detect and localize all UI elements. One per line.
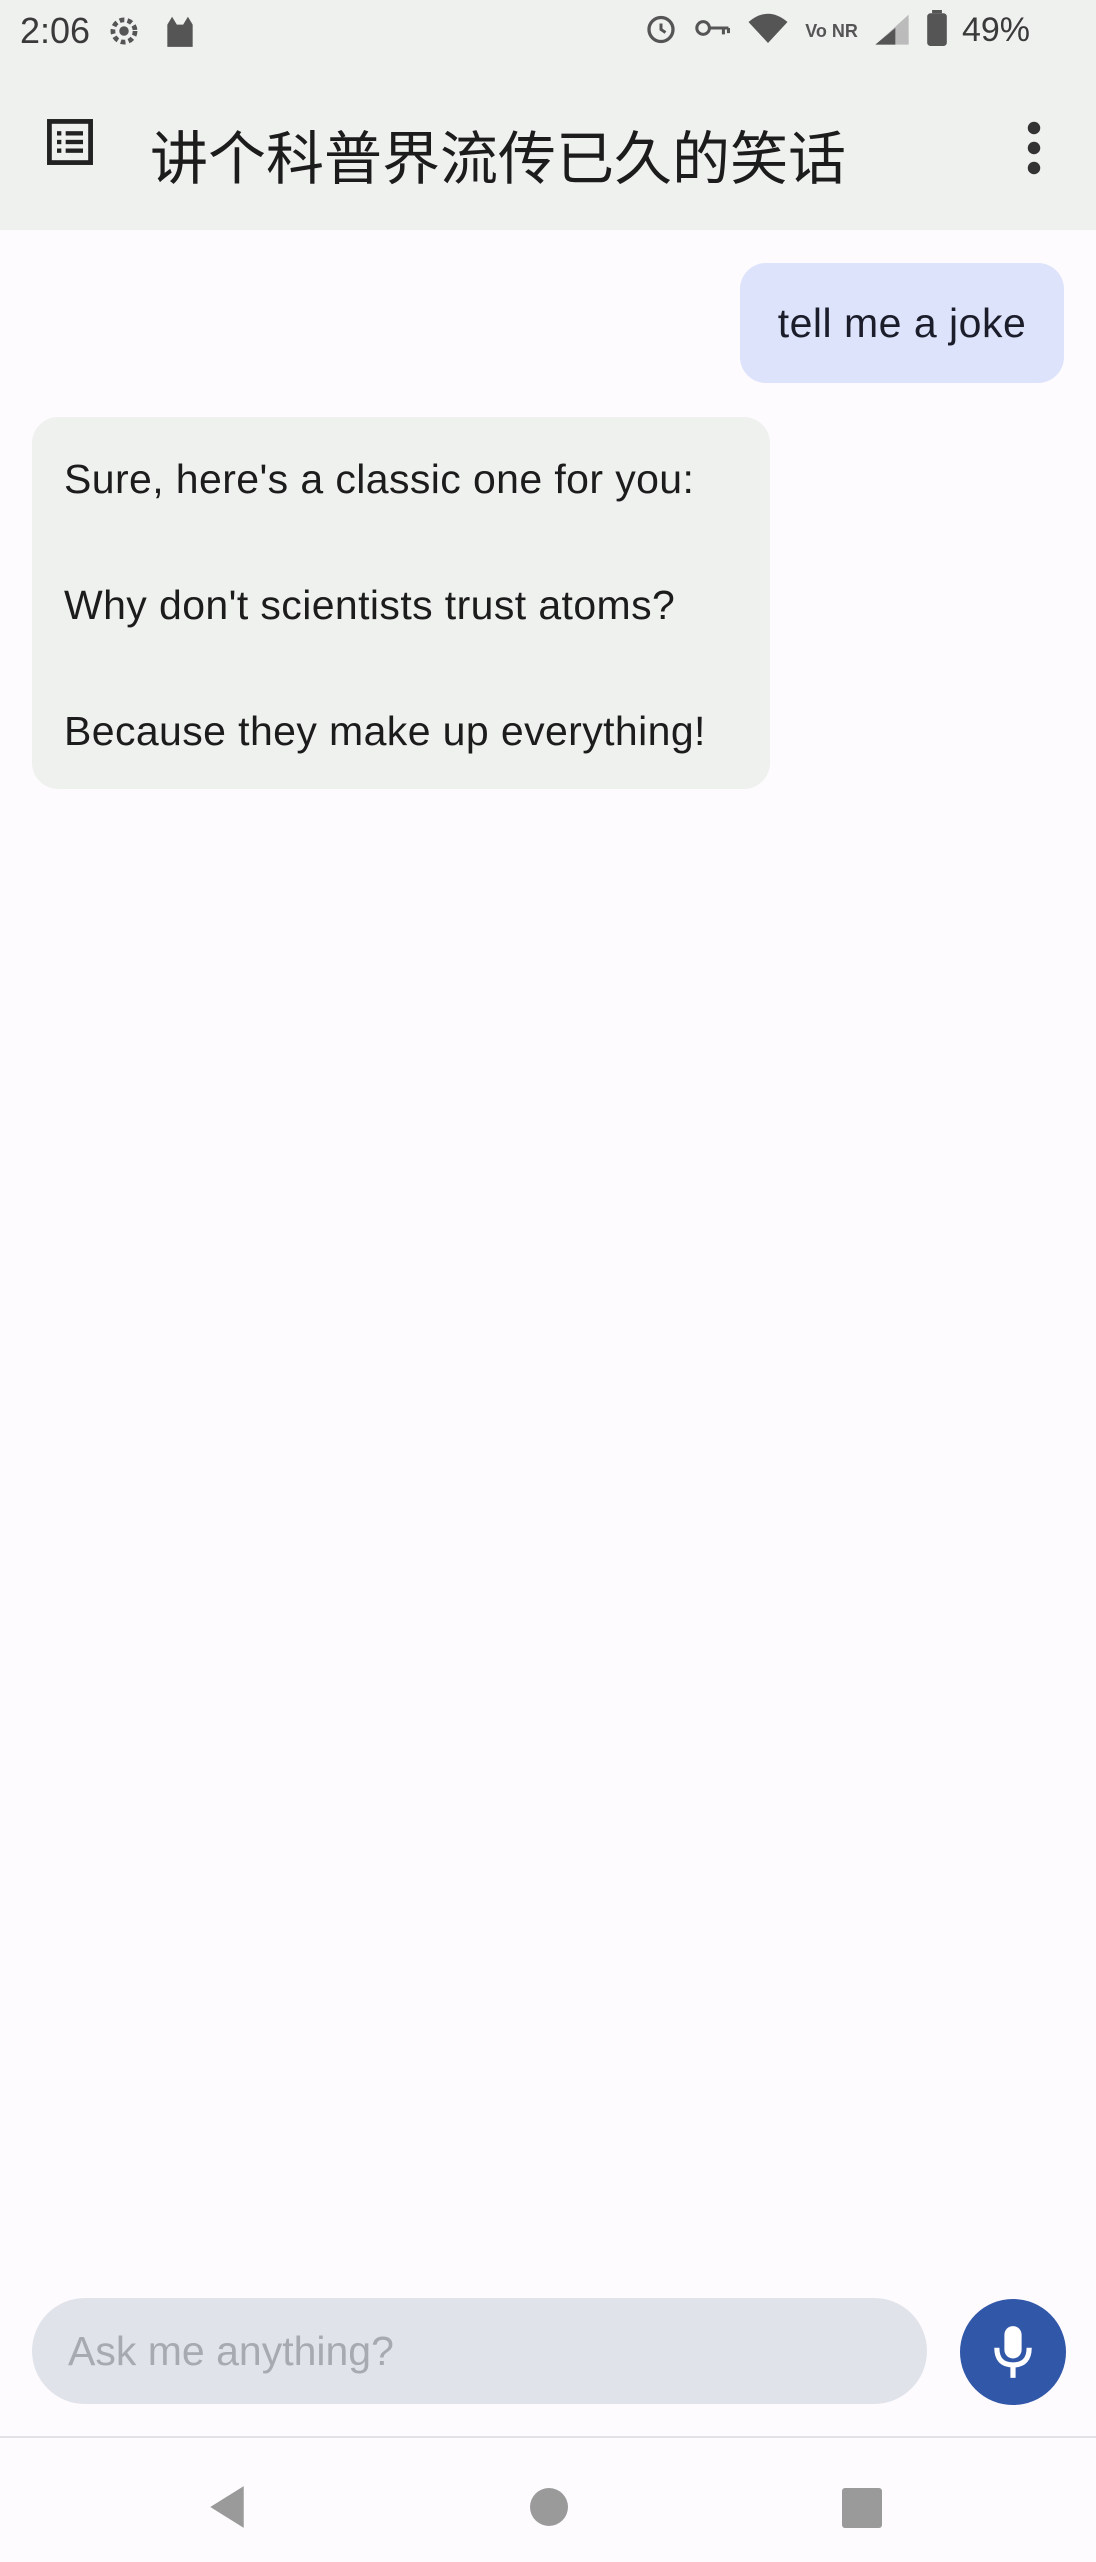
back-triangle-icon[interactable] bbox=[206, 2484, 248, 2535]
status-bar: 2:06 Vo NR 49% bbox=[0, 0, 1096, 62]
battery-icon bbox=[926, 10, 948, 51]
assistant-message-line: Why don't scientists trust atoms? bbox=[64, 582, 676, 628]
status-left-icons bbox=[105, 12, 199, 55]
system-nav-bar bbox=[0, 2436, 1096, 2562]
recents-square-icon[interactable] bbox=[842, 2488, 882, 2528]
status-right-icons: Vo NR 49% bbox=[643, 10, 1030, 51]
assistant-message-bubble: Sure, here's a classic one for you: Why … bbox=[32, 417, 770, 789]
settings-gear-icon bbox=[105, 12, 143, 55]
assistant-message-line: Sure, here's a classic one for you: bbox=[64, 456, 695, 502]
volte-nr-icon: Vo NR bbox=[805, 20, 858, 41]
vpn-key-icon bbox=[693, 13, 731, 48]
wifi-icon bbox=[745, 10, 791, 51]
microphone-icon[interactable] bbox=[960, 2299, 1066, 2405]
message-input[interactable] bbox=[66, 2326, 893, 2376]
app-bar: 讲个科普界流传已久的笑话 bbox=[0, 62, 1096, 230]
home-circle-icon[interactable] bbox=[530, 2488, 568, 2526]
alarm-icon bbox=[643, 10, 679, 51]
user-message-bubble: tell me a joke bbox=[740, 263, 1064, 383]
signal-icon bbox=[872, 11, 912, 50]
battery-percent: 49% bbox=[961, 11, 1030, 49]
cat-app-icon bbox=[161, 12, 199, 55]
more-vertical-icon[interactable] bbox=[1014, 118, 1054, 178]
message-composer[interactable] bbox=[32, 2298, 927, 2404]
list-menu-icon[interactable] bbox=[44, 116, 104, 176]
assistant-message-line: Because they make up everything! bbox=[64, 708, 706, 754]
conversation-title: 讲个科普界流传已久的笑话 bbox=[150, 125, 847, 193]
status-time: 2:06 bbox=[20, 10, 91, 51]
